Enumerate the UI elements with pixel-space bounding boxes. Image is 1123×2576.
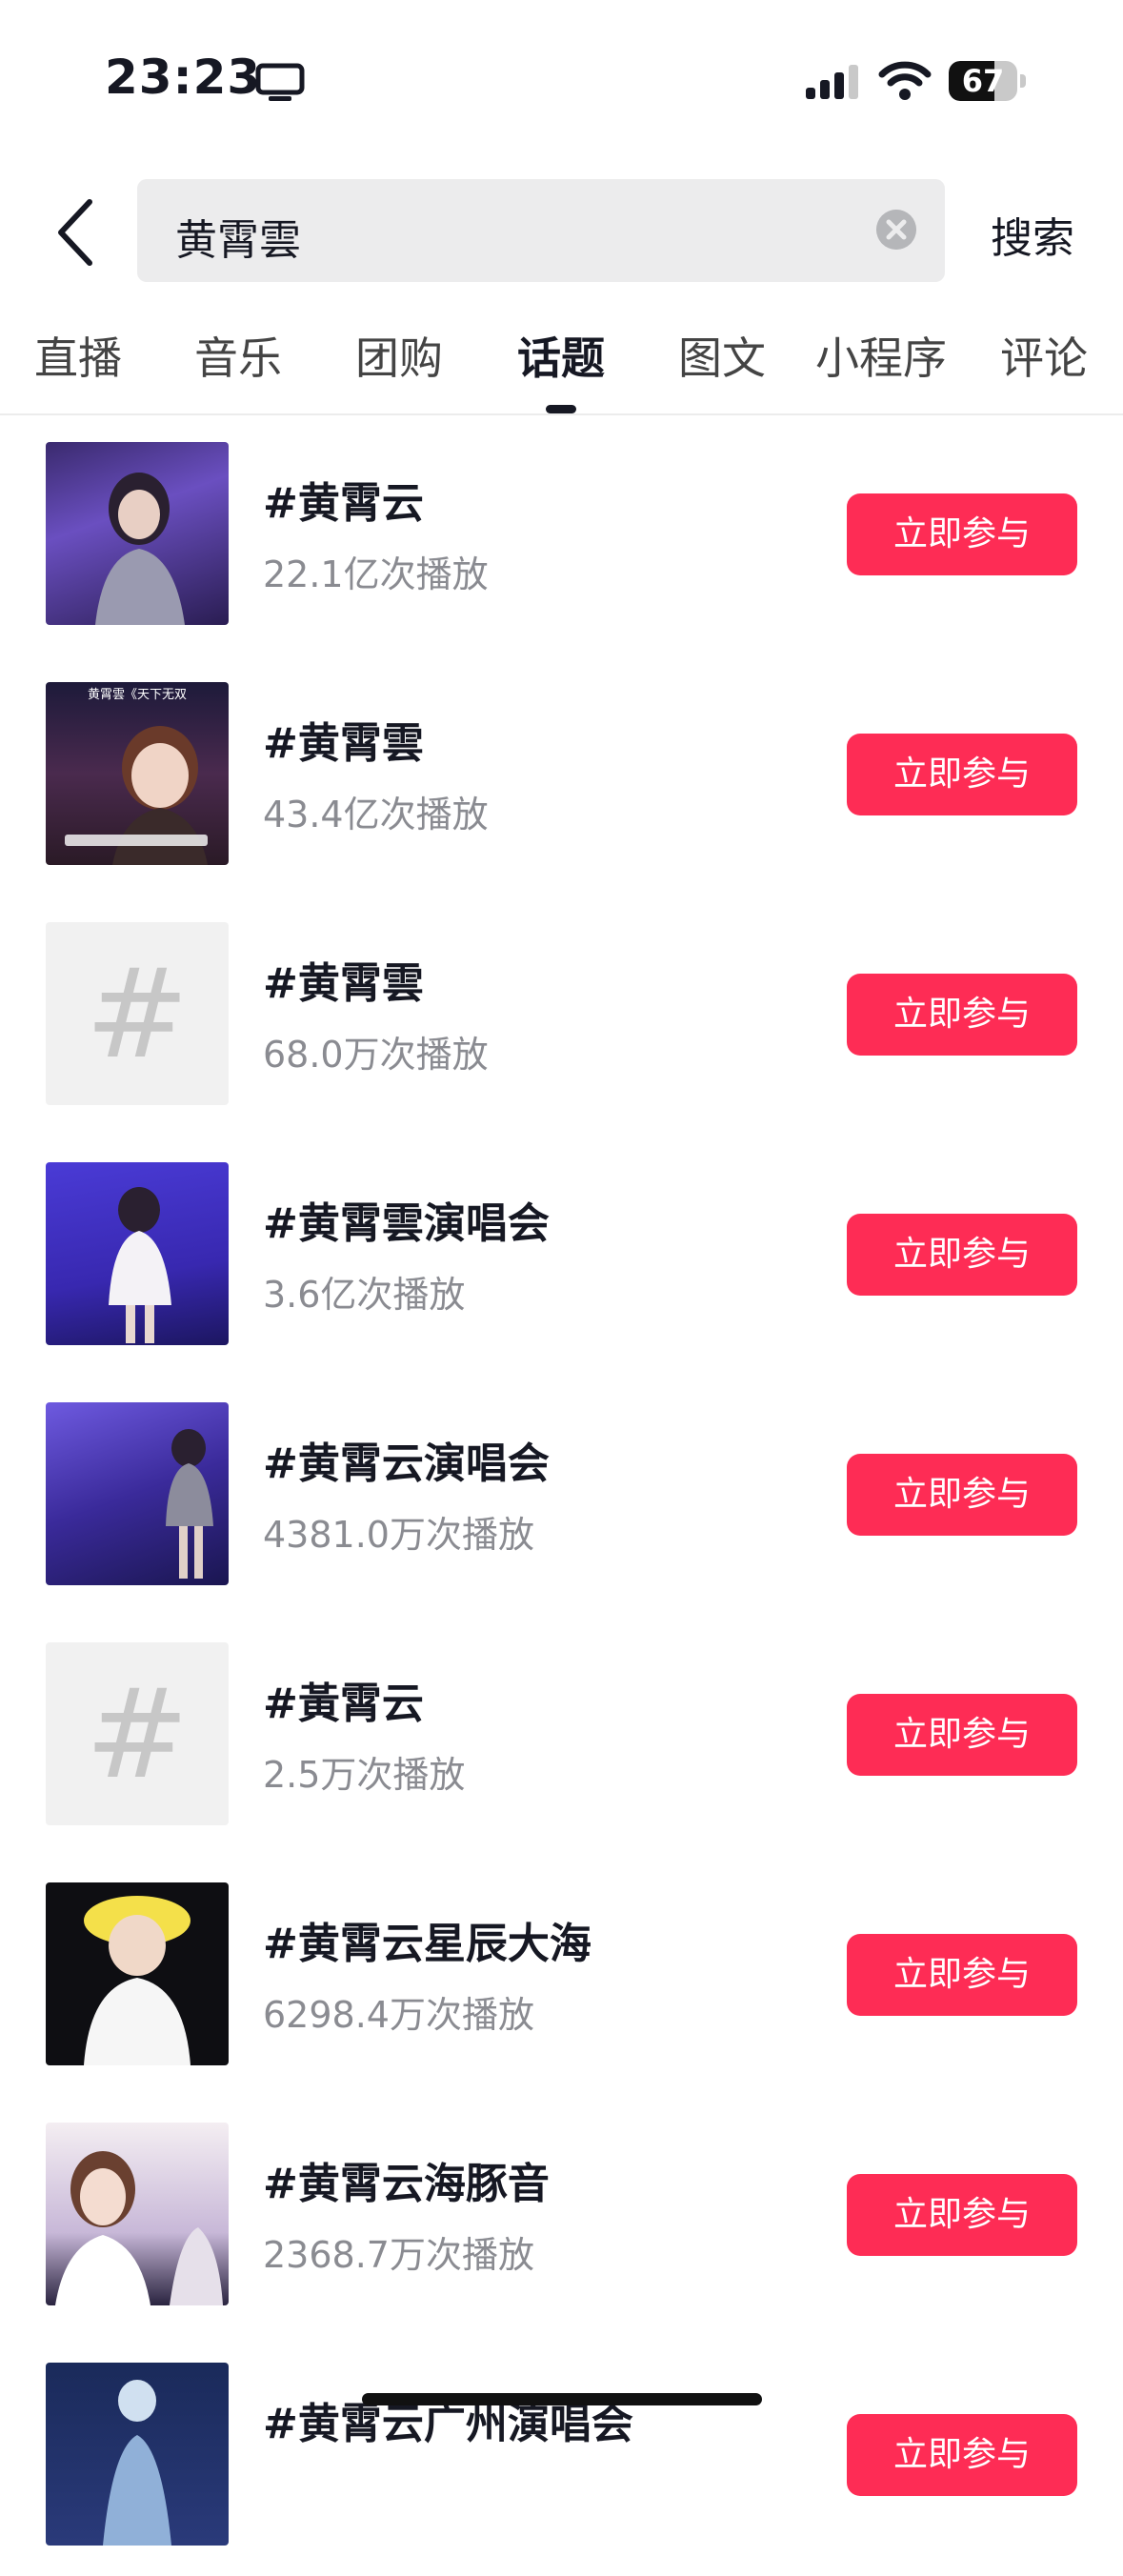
- join-button[interactable]: 立即参与: [847, 2174, 1077, 2256]
- topic-play-count: 22.1亿次播放: [263, 553, 489, 595]
- search-input[interactable]: 黄霄雲: [137, 179, 945, 282]
- topic-play-count: 2368.7万次播放: [263, 2234, 534, 2276]
- topic-thumbnail: [46, 1162, 229, 1345]
- topic-title: #黄霄云演唱会: [263, 1439, 550, 1488]
- tab-mini-programs[interactable]: 小程序: [815, 324, 947, 387]
- search-query: 黄霄雲: [175, 216, 301, 265]
- topic-thumbnail: #: [46, 1642, 229, 1825]
- back-icon[interactable]: [51, 194, 99, 271]
- join-button[interactable]: 立即参与: [847, 1214, 1077, 1296]
- cellular-signal-icon: [806, 65, 858, 99]
- topic-title: #黄霄云星辰大海: [263, 1920, 592, 1968]
- topic-play-count: 6298.4万次播放: [263, 1994, 534, 2036]
- topic-row[interactable]: #黄霄云演唱会 4381.0万次播放 立即参与: [0, 1376, 1123, 1616]
- topic-play-count: 43.4亿次播放: [263, 794, 489, 835]
- topic-play-count: 68.0万次播放: [263, 1034, 489, 1076]
- topic-row[interactable]: 黄霄雲《天下无双 #黄霄雲 43.4亿次播放 立即参与: [0, 655, 1123, 896]
- topic-thumbnail: #: [46, 922, 229, 1105]
- home-indicator[interactable]: [362, 2393, 762, 2405]
- singer-photo: [95, 473, 185, 625]
- topic-thumbnail: [46, 1882, 229, 2065]
- search-button[interactable]: 搜索: [991, 204, 1074, 265]
- status-bar: 23:23 67: [0, 0, 1123, 143]
- topic-row[interactable]: # #黃霄云 2.5万次播放 立即参与: [0, 1616, 1123, 1856]
- topic-title: #黃霄云: [263, 1680, 424, 1728]
- singer-photo: [109, 1187, 171, 1343]
- topic-title: #黄霄雲演唱会: [263, 1199, 550, 1248]
- topic-thumbnail: [46, 442, 229, 625]
- topic-row[interactable]: #黄霄雲演唱会 3.6亿次播放 立即参与: [0, 1136, 1123, 1376]
- screen-mirroring-icon: [255, 63, 305, 101]
- category-tabs: 直播 音乐 团购 话题 图文 小程序 评论: [0, 324, 1123, 410]
- topic-title: #黄霄雲: [263, 959, 424, 1008]
- topic-title: #黄霄云: [263, 479, 424, 528]
- topic-thumbnail: [46, 1402, 229, 1585]
- singer-photo: [166, 1429, 213, 1579]
- status-time: 23:23: [105, 50, 262, 105]
- topic-row[interactable]: #黄霄云星辰大海 6298.4万次播放 立即参与: [0, 1856, 1123, 2096]
- topic-title: #黄霄雲: [263, 719, 424, 768]
- topic-play-count: 2.5万次播放: [263, 1754, 466, 1796]
- battery-icon: 67: [949, 61, 1027, 101]
- topic-row[interactable]: #黄霄云海豚音 2368.7万次播放 立即参与: [0, 2096, 1123, 2336]
- join-button[interactable]: 立即参与: [847, 493, 1077, 575]
- clear-icon[interactable]: [876, 210, 916, 250]
- join-button[interactable]: 立即参与: [847, 1934, 1077, 2016]
- battery-percent: 67: [961, 63, 1005, 99]
- tab-music[interactable]: 音乐: [194, 324, 282, 387]
- singer-photo: [84, 1896, 191, 2065]
- tab-topics[interactable]: 话题: [517, 324, 605, 387]
- active-tab-indicator: [546, 405, 576, 413]
- topic-row[interactable]: #黄霄云 22.1亿次播放 立即参与: [0, 415, 1123, 655]
- topic-row[interactable]: # #黄霄雲 68.0万次播放 立即参与: [0, 896, 1123, 1136]
- topic-row[interactable]: #黄霄云广州演唱会 立即参与: [0, 2336, 1123, 2576]
- tab-live[interactable]: 直播: [34, 324, 122, 387]
- topic-thumbnail: 黄霄雲《天下无双: [46, 682, 229, 865]
- join-button[interactable]: 立即参与: [847, 1454, 1077, 1536]
- singer-photo: [65, 726, 208, 865]
- join-button[interactable]: 立即参与: [847, 974, 1077, 1056]
- topic-thumbnail: [46, 2123, 229, 2305]
- hashtag-icon: #: [85, 941, 190, 1086]
- topic-play-count: 3.6亿次播放: [263, 1274, 466, 1316]
- join-button[interactable]: 立即参与: [847, 734, 1077, 815]
- wifi-icon: [878, 61, 932, 100]
- tab-comments[interactable]: 评论: [1000, 324, 1088, 387]
- topic-title: #黄霄云海豚音: [263, 2160, 550, 2208]
- tab-image-text[interactable]: 图文: [678, 324, 766, 387]
- topic-play-count: 4381.0万次播放: [263, 1514, 534, 1556]
- topic-thumbnail: [46, 2363, 229, 2546]
- join-button[interactable]: 立即参与: [847, 2414, 1077, 2496]
- singer-photo: [103, 2380, 171, 2546]
- join-button[interactable]: 立即参与: [847, 1694, 1077, 1776]
- tab-group-buy[interactable]: 团购: [355, 324, 443, 387]
- hashtag-icon: #: [85, 1661, 190, 1806]
- thumbnail-caption: 黄霄雲《天下无双: [87, 688, 187, 702]
- singer-photo: [55, 2151, 223, 2305]
